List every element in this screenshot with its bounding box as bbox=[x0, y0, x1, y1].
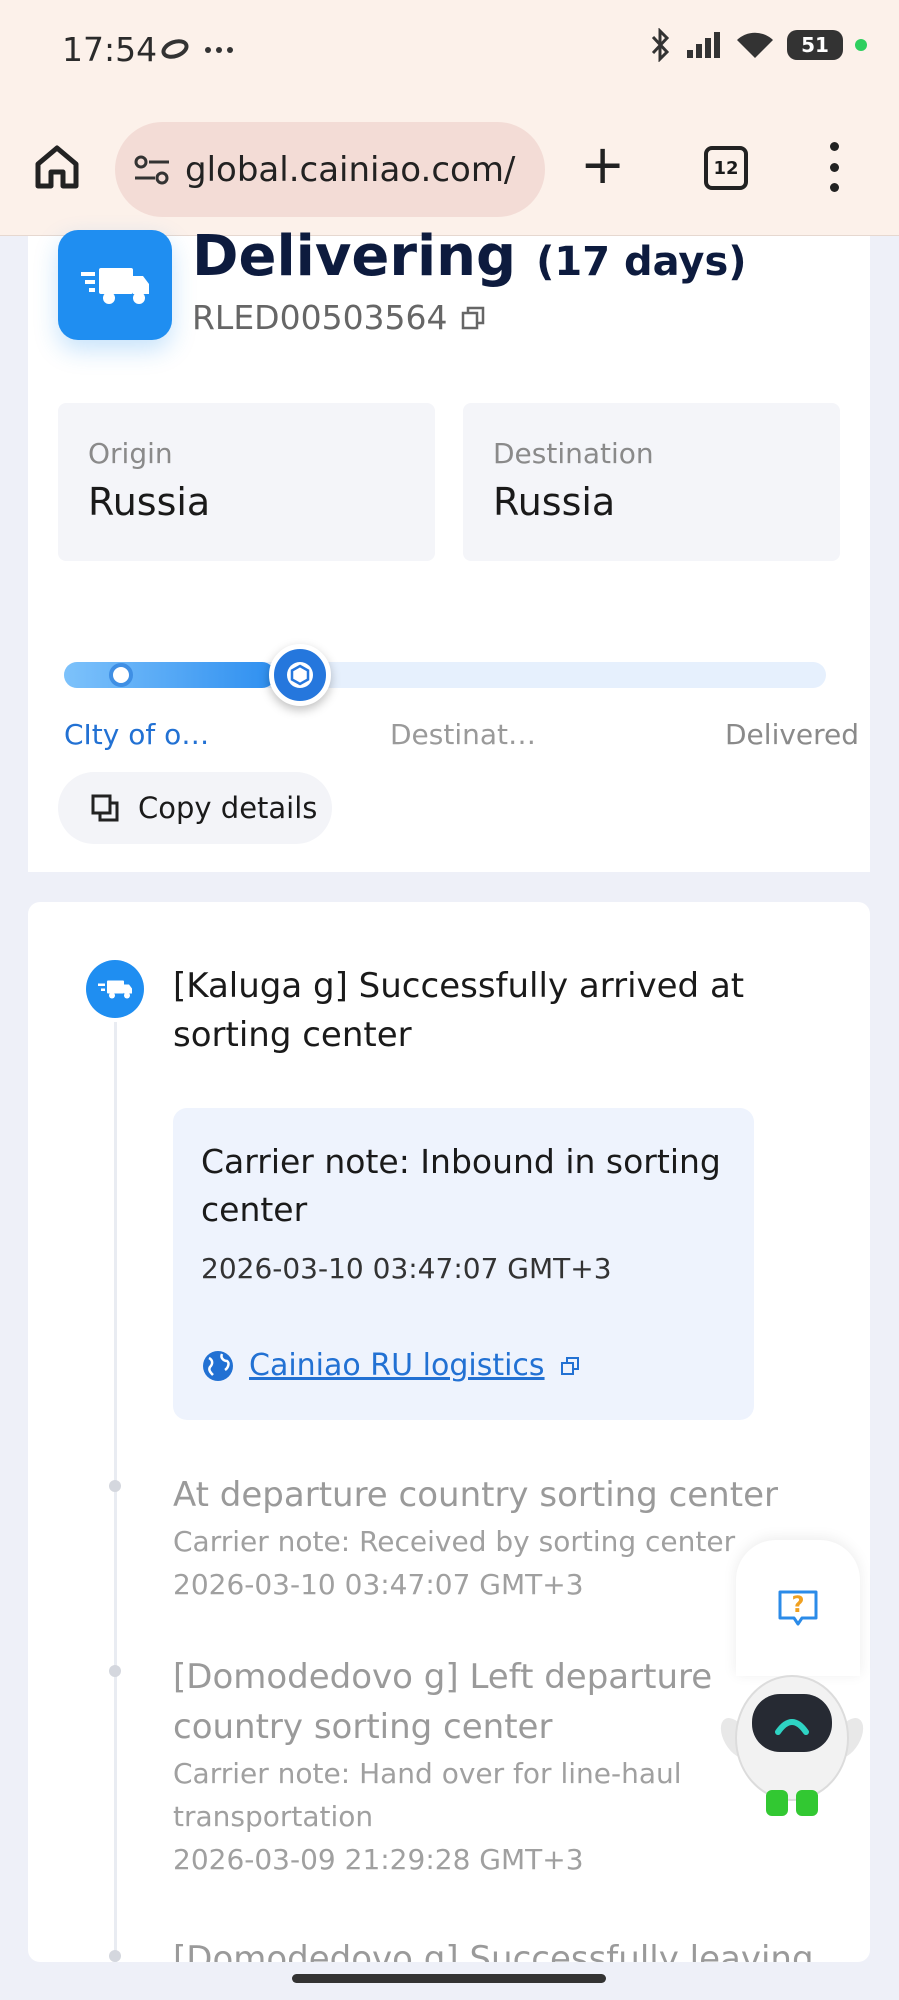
event-title: [Domodedovo g] Successfully leaving bbox=[173, 1939, 814, 1962]
timeline-dot bbox=[109, 1950, 121, 1962]
stage-destination: Destinat… bbox=[390, 718, 537, 751]
origin-value: Russia bbox=[88, 480, 211, 524]
address-bar[interactable]: global.cainiao.com/ bbox=[115, 122, 545, 217]
help-button[interactable]: ? bbox=[736, 1540, 860, 1676]
copy-details-button[interactable]: Copy details bbox=[58, 772, 332, 844]
progress-track bbox=[64, 644, 826, 706]
delivery-truck-icon bbox=[58, 230, 172, 340]
tracking-number: RLED00503564 bbox=[192, 298, 448, 337]
current-event-title: [Kaluga g] Successfully arrived at sorti… bbox=[173, 966, 745, 1055]
current-event-truck-icon bbox=[86, 960, 144, 1018]
timeline-dot bbox=[109, 1480, 121, 1492]
signal-icon bbox=[687, 32, 720, 58]
assistant-robot-icon[interactable] bbox=[716, 1660, 866, 1820]
browser-menu-button[interactable] bbox=[828, 142, 840, 192]
destination-box: Destination Russia bbox=[463, 403, 840, 561]
timeline-event: At departure country sorting center Carr… bbox=[173, 1470, 833, 1606]
tab-switcher-button[interactable]: 12 bbox=[704, 146, 748, 190]
timeline-event: [Domodedovo g] Successfully leaving bbox=[173, 1934, 833, 1962]
carrier-link[interactable]: Cainiao RU logistics bbox=[201, 1348, 581, 1383]
bluetooth-icon bbox=[651, 28, 670, 62]
globe-icon bbox=[203, 1350, 233, 1381]
shipment-status: Delivering (17 days) bbox=[192, 224, 747, 289]
progress-start-marker bbox=[109, 663, 133, 687]
more-notifications-icon bbox=[205, 47, 233, 53]
event-time: 2026-03-09 21:29:28 GMT+3 bbox=[173, 1843, 584, 1876]
origin-label: Origin bbox=[88, 437, 173, 470]
url-text[interactable]: global.cainiao.com/ bbox=[185, 150, 515, 190]
event-note: Carrier note: Hand over for line-haul tr… bbox=[173, 1757, 682, 1833]
progress-current-marker bbox=[269, 644, 331, 706]
home-icon[interactable] bbox=[32, 142, 82, 192]
carrier-note-box: Carrier note: Inbound in sorting center … bbox=[173, 1108, 754, 1420]
copy-tracking-icon[interactable] bbox=[460, 305, 486, 331]
event-title: [Domodedovo g] Left departure country so… bbox=[173, 1657, 713, 1747]
stage-delivered: Delivered bbox=[725, 718, 860, 751]
new-tab-button[interactable]: + bbox=[580, 138, 625, 192]
carrier-link-text[interactable]: Cainiao RU logistics bbox=[249, 1348, 545, 1383]
origin-box: Origin Russia bbox=[58, 403, 435, 561]
home-indicator[interactable] bbox=[292, 1974, 606, 1983]
event-note: Carrier note: Received by sorting center bbox=[173, 1525, 736, 1558]
status-text: Delivering bbox=[192, 224, 517, 289]
status-bar: 17:54 51 bbox=[0, 0, 899, 100]
destination-value: Russia bbox=[493, 480, 616, 524]
progress-fill bbox=[64, 662, 275, 688]
copy-carrier-icon[interactable] bbox=[559, 1355, 581, 1377]
event-title: At departure country sorting center bbox=[173, 1475, 778, 1515]
help-chat-icon: ? bbox=[778, 1590, 818, 1626]
wifi-icon bbox=[737, 32, 773, 58]
copy-icon bbox=[91, 794, 119, 822]
event-time: 2026-03-10 03:47:07 GMT+3 bbox=[173, 1568, 584, 1601]
browser-toolbar: global.cainiao.com/ + 12 bbox=[0, 100, 899, 236]
sync-icon bbox=[161, 39, 189, 59]
site-settings-icon[interactable] bbox=[133, 153, 171, 187]
svg-text:?: ? bbox=[792, 1593, 805, 1618]
transit-days: (17 days) bbox=[536, 239, 747, 285]
carrier-note-text: Carrier note: Inbound in sorting center bbox=[201, 1142, 721, 1229]
package-icon bbox=[287, 662, 313, 688]
timeline-line bbox=[114, 1022, 117, 1962]
timeline-dot bbox=[109, 1665, 121, 1677]
status-time: 17:54 bbox=[62, 30, 158, 69]
tracking-number-row: RLED00503564 bbox=[192, 298, 486, 337]
copy-details-label[interactable]: Copy details bbox=[138, 791, 317, 825]
stage-origin-city: CIty of o… bbox=[64, 718, 210, 751]
privacy-indicator bbox=[855, 39, 867, 51]
battery-indicator: 51 bbox=[787, 30, 843, 60]
destination-label: Destination bbox=[493, 437, 654, 470]
carrier-note-time: 2026-03-10 03:47:07 GMT+3 bbox=[201, 1252, 612, 1285]
shipment-summary-card: Delivering (17 days) RLED00503564 Origin … bbox=[28, 224, 870, 872]
